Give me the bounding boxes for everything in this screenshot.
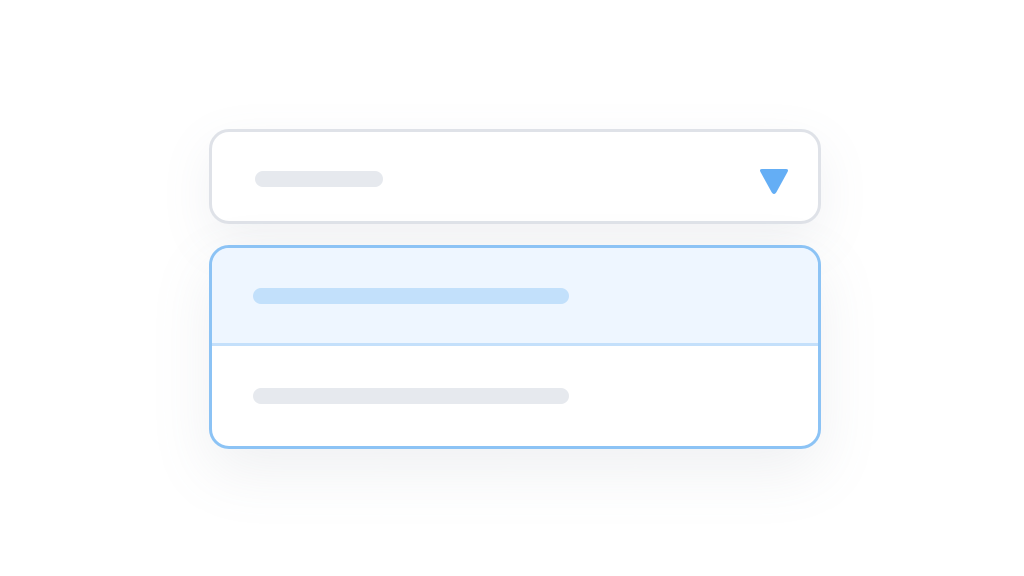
dropdown-select[interactable]	[209, 129, 821, 224]
dropdown-options-panel	[209, 245, 821, 449]
dropdown-option-selected[interactable]	[212, 248, 818, 346]
dropdown-illustration	[0, 0, 1024, 576]
select-placeholder-line	[255, 171, 383, 187]
option-label-line	[253, 288, 569, 304]
triangle-down-icon[interactable]	[758, 166, 790, 196]
option-label-line	[253, 388, 569, 404]
dropdown-option[interactable]	[212, 346, 818, 441]
